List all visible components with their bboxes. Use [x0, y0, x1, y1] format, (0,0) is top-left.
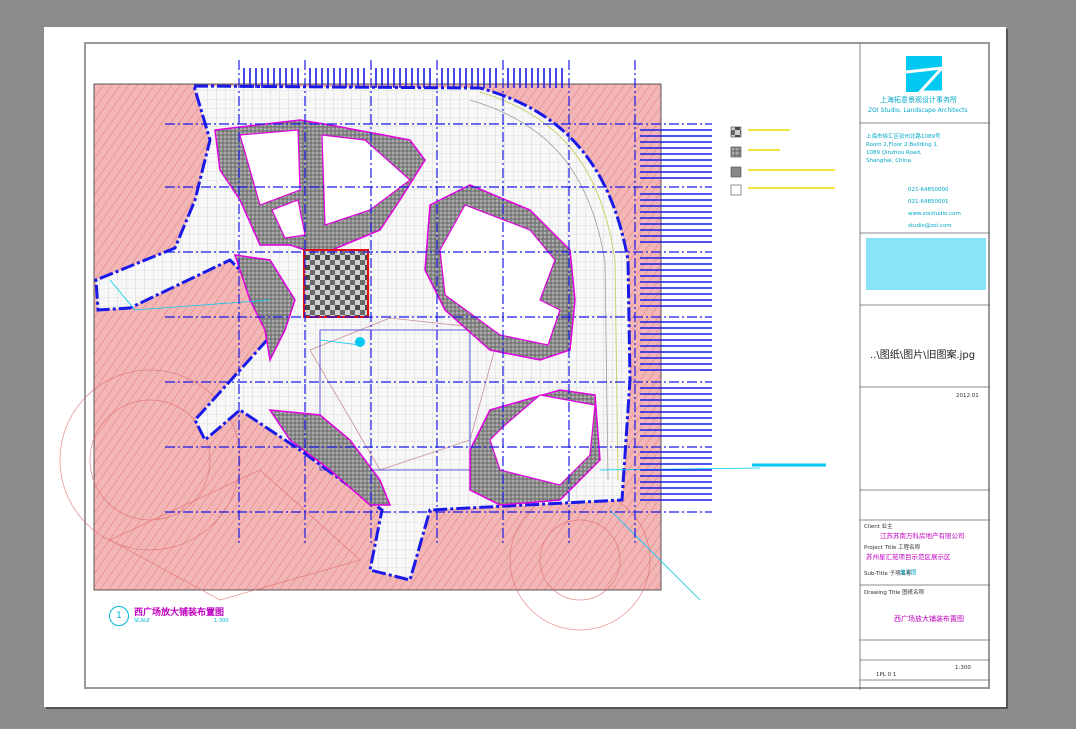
- web-value: www.zoistudio.com: [908, 211, 961, 217]
- stage-value: 施工图: [900, 570, 917, 576]
- address-line: 1089 Qinzhou Road,: [866, 150, 922, 156]
- drawing-number-badge: 1: [109, 606, 129, 626]
- scale-value: 1:300: [214, 618, 229, 624]
- company-logo: [905, 56, 946, 94]
- tel-value: 021-64850000: [908, 187, 949, 193]
- fax-value: 021-64850001: [908, 199, 949, 205]
- image-path-text: ..\图纸\图片\旧图案.jpg: [870, 350, 976, 361]
- grid-marker: [355, 337, 365, 347]
- email-value: studio@zoi.com: [908, 223, 952, 229]
- paving-legend: [730, 126, 835, 467]
- project-label: Project Title 工程名称: [864, 545, 921, 551]
- scale-label: SCALE: [134, 618, 151, 624]
- client-label: Client 业主: [864, 524, 893, 530]
- checker-paving-square: [303, 249, 369, 318]
- address-line: Shanghai, China: [866, 158, 911, 164]
- address-line: 上海市徐汇区钦州北路1089号: [866, 134, 941, 140]
- address-line: Room 2,Floor 2,Building 1,: [866, 142, 939, 148]
- drawing-no-value: 1PL 0 1: [876, 672, 897, 678]
- project-name: 苏州星汇苑项目示范区展示区: [866, 553, 951, 561]
- stamp-area: [866, 238, 986, 290]
- drawing-title: 西广场放大铺装布置图: [134, 608, 225, 618]
- drawing-title-label: Drawing Title 图纸名称: [864, 590, 925, 596]
- company-name-cn: 上海拓意景观设计事务所: [880, 96, 957, 104]
- scale-value-tb: 1:300: [955, 665, 971, 671]
- company-name-en: ZOI Studio, Landscape Architects: [868, 107, 968, 114]
- client-name: 江苏苏南万科房地产有限公司: [880, 532, 965, 540]
- date-value: 2012.01: [956, 393, 979, 399]
- title-block-drawing-title: 西广场放大铺装布置图: [894, 615, 964, 623]
